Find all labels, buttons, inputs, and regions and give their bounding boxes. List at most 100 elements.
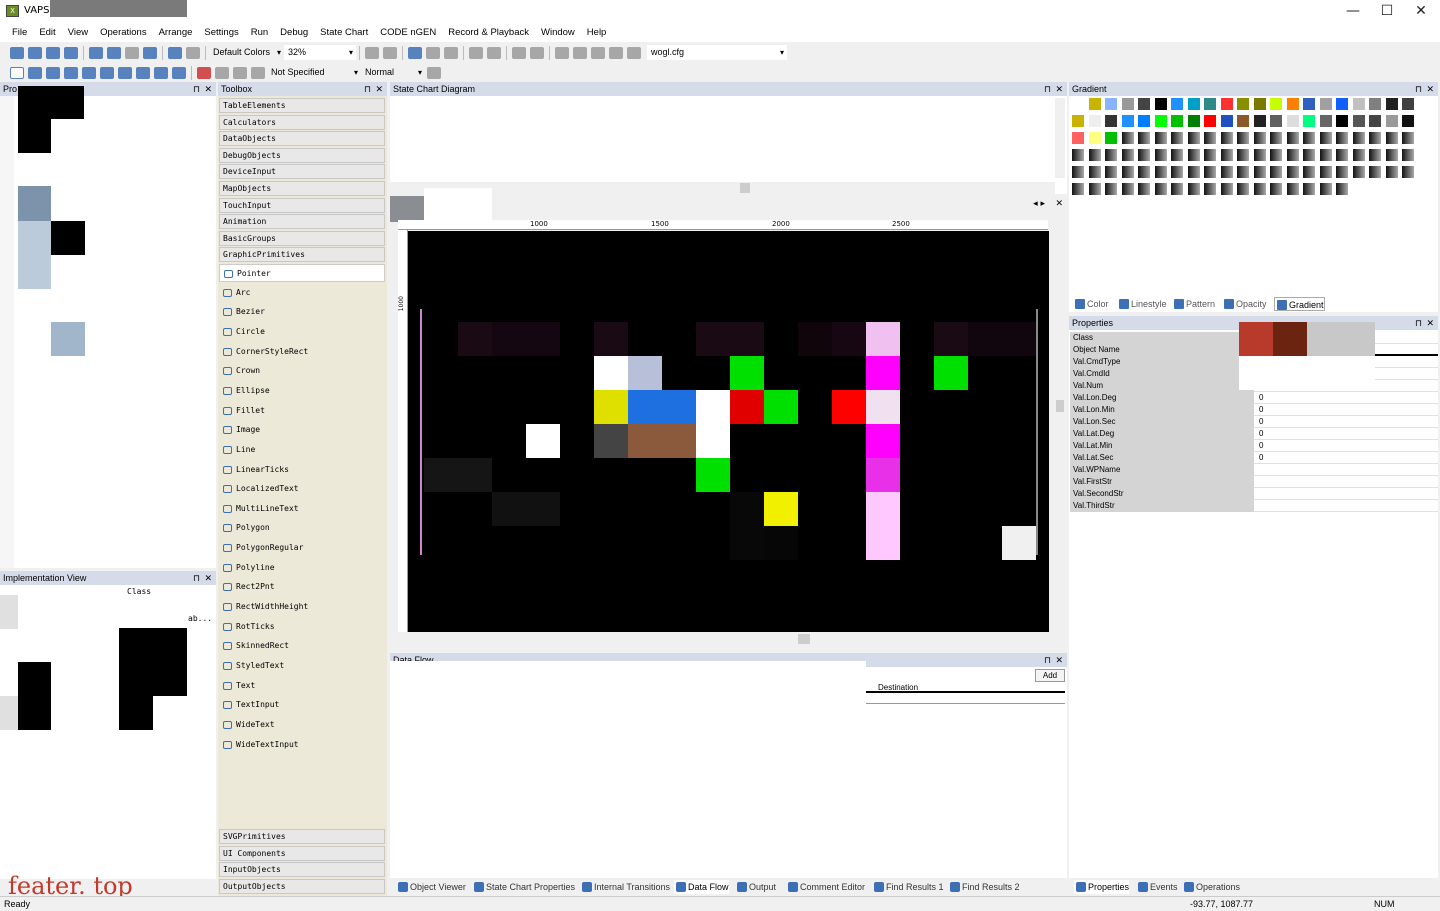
layer-icon[interactable]	[215, 66, 229, 79]
canvas-object[interactable]	[866, 458, 900, 492]
gradient-swatch[interactable]	[1286, 183, 1299, 195]
config-select[interactable]: wogl.cfg	[647, 45, 787, 60]
color-swatch[interactable]	[1121, 98, 1134, 110]
gradient-swatch[interactable]	[1385, 132, 1398, 144]
color-swatch[interactable]	[1253, 98, 1266, 110]
play-icon[interactable]	[555, 46, 569, 59]
color-swatch[interactable]	[1336, 115, 1348, 127]
gradient-swatch[interactable]	[1171, 149, 1183, 161]
toolbox-category[interactable]: InputObjects	[219, 862, 385, 878]
cut-icon[interactable]	[89, 46, 103, 59]
gradient-swatch[interactable]	[1237, 149, 1249, 161]
tab-properties[interactable]: Properties	[1074, 880, 1130, 894]
color-scheme-select[interactable]: Default Colors	[209, 45, 284, 60]
color-swatch[interactable]	[1204, 115, 1216, 127]
gradient-swatch[interactable]	[1204, 149, 1216, 161]
color-swatch[interactable]	[1171, 98, 1183, 110]
canvas-object[interactable]	[696, 390, 730, 458]
property-value[interactable]: 0	[1257, 452, 1438, 464]
canvas-object[interactable]	[798, 322, 832, 356]
color-swatch[interactable]	[1402, 115, 1414, 127]
property-value[interactable]: 0	[1257, 404, 1438, 416]
color-swatch[interactable]	[1187, 115, 1200, 127]
gradient-swatch[interactable]	[1154, 166, 1167, 178]
tab-output[interactable]: Output	[735, 880, 776, 894]
canvas-object[interactable]	[730, 390, 764, 424]
circle2-tool-icon[interactable]	[136, 66, 150, 79]
gradient-swatch[interactable]	[1303, 183, 1315, 195]
color-swatch[interactable]	[1319, 98, 1332, 110]
color-swatch[interactable]	[1171, 115, 1183, 127]
add-button[interactable]: Add	[1035, 669, 1065, 682]
canvas-object[interactable]	[730, 492, 764, 560]
color-swatch[interactable]	[1286, 98, 1299, 110]
open-icon[interactable]	[28, 46, 42, 59]
property-row[interactable]: Val.Lat.Min 0	[1070, 440, 1438, 452]
link-icon[interactable]	[197, 66, 211, 79]
toolbox-category[interactable]: DataObjects	[219, 131, 385, 147]
gradient-swatch[interactable]	[1319, 149, 1332, 161]
gradient-swatch[interactable]	[1237, 166, 1249, 178]
canvas-vscroll[interactable]	[1055, 220, 1065, 632]
gradient-swatch[interactable]	[1253, 166, 1266, 178]
zoom-select[interactable]: 32%	[284, 45, 356, 60]
gradient-swatch[interactable]	[1352, 149, 1365, 161]
gradient-swatch[interactable]	[1319, 166, 1332, 178]
toolbox-category[interactable]: UI Components	[219, 845, 385, 861]
color-swatch[interactable]	[1154, 115, 1167, 127]
order-icon[interactable]	[383, 46, 397, 59]
menu-settings[interactable]: Settings	[198, 23, 244, 42]
canvas-object[interactable]	[866, 356, 900, 390]
color-swatch[interactable]	[1088, 98, 1101, 110]
tab-data-flow[interactable]: Data Flow	[674, 880, 729, 894]
gradient-swatch[interactable]	[1336, 183, 1348, 195]
property-value[interactable]: 0	[1257, 440, 1438, 452]
tool-styledtext[interactable]: StyledText	[219, 657, 385, 675]
tool-widetext[interactable]: WideText	[219, 716, 385, 734]
gradient-swatch[interactable]	[1171, 132, 1183, 144]
canvas-object[interactable]	[832, 322, 866, 356]
pin-icon[interactable]: ⊓	[1415, 316, 1422, 330]
gradient-swatch[interactable]	[1187, 132, 1200, 144]
color-swatch[interactable]	[1072, 98, 1084, 110]
canvas-object[interactable]	[832, 390, 866, 424]
gradient-swatch[interactable]	[1138, 132, 1150, 144]
gradient-swatch[interactable]	[1204, 183, 1216, 195]
color-swatch[interactable]	[1286, 115, 1299, 127]
tab-pattern[interactable]: Pattern	[1172, 297, 1215, 311]
tool-skinnedrect[interactable]: SkinnedRect	[219, 637, 385, 655]
menu-code-ngen[interactable]: CODE nGEN	[374, 23, 442, 42]
canvas-object[interactable]	[492, 492, 560, 526]
canvas-object[interactable]	[594, 322, 628, 356]
color-swatch[interactable]	[1237, 115, 1249, 127]
tool-widetextinput[interactable]: WideTextInput	[219, 736, 385, 754]
copy-icon[interactable]	[107, 46, 121, 59]
color-swatch[interactable]	[1303, 98, 1315, 110]
canvas-object[interactable]	[526, 424, 560, 458]
color-swatch[interactable]	[1336, 98, 1348, 110]
color-swatch[interactable]	[1154, 98, 1167, 110]
group-icon[interactable]	[233, 66, 247, 79]
arrow-tool-icon[interactable]	[46, 66, 60, 79]
toolbox-category[interactable]: DeviceInput	[219, 164, 385, 180]
toolbox-category[interactable]: DebugObjects	[219, 147, 385, 163]
gradient-swatch[interactable]	[1402, 149, 1414, 161]
color-swatch[interactable]	[1088, 132, 1101, 144]
property-row[interactable]: Val.Lat.Sec 0	[1070, 452, 1438, 464]
gradient-swatch[interactable]	[1385, 149, 1398, 161]
tool-fillet[interactable]: Fillet	[219, 402, 385, 420]
tool-rectwidthheight[interactable]: RectWidthHeight	[219, 598, 385, 616]
gradient-swatch[interactable]	[1385, 166, 1398, 178]
canvas-object[interactable]	[934, 356, 968, 390]
menu-help[interactable]: Help	[581, 23, 613, 42]
close-icon[interactable]: ✕	[1426, 316, 1434, 330]
step-icon[interactable]	[469, 46, 483, 59]
vertical-scrollbar[interactable]	[1055, 98, 1065, 178]
scissors-icon[interactable]	[627, 46, 641, 59]
gradient-swatch[interactable]	[1204, 132, 1216, 144]
gradient-swatch[interactable]	[1105, 183, 1117, 195]
gradient-swatch[interactable]	[1088, 166, 1101, 178]
gradient-swatch[interactable]	[1237, 183, 1249, 195]
gradient-swatch[interactable]	[1270, 149, 1282, 161]
property-row[interactable]: Val.Lat.Deg 0	[1070, 428, 1438, 440]
